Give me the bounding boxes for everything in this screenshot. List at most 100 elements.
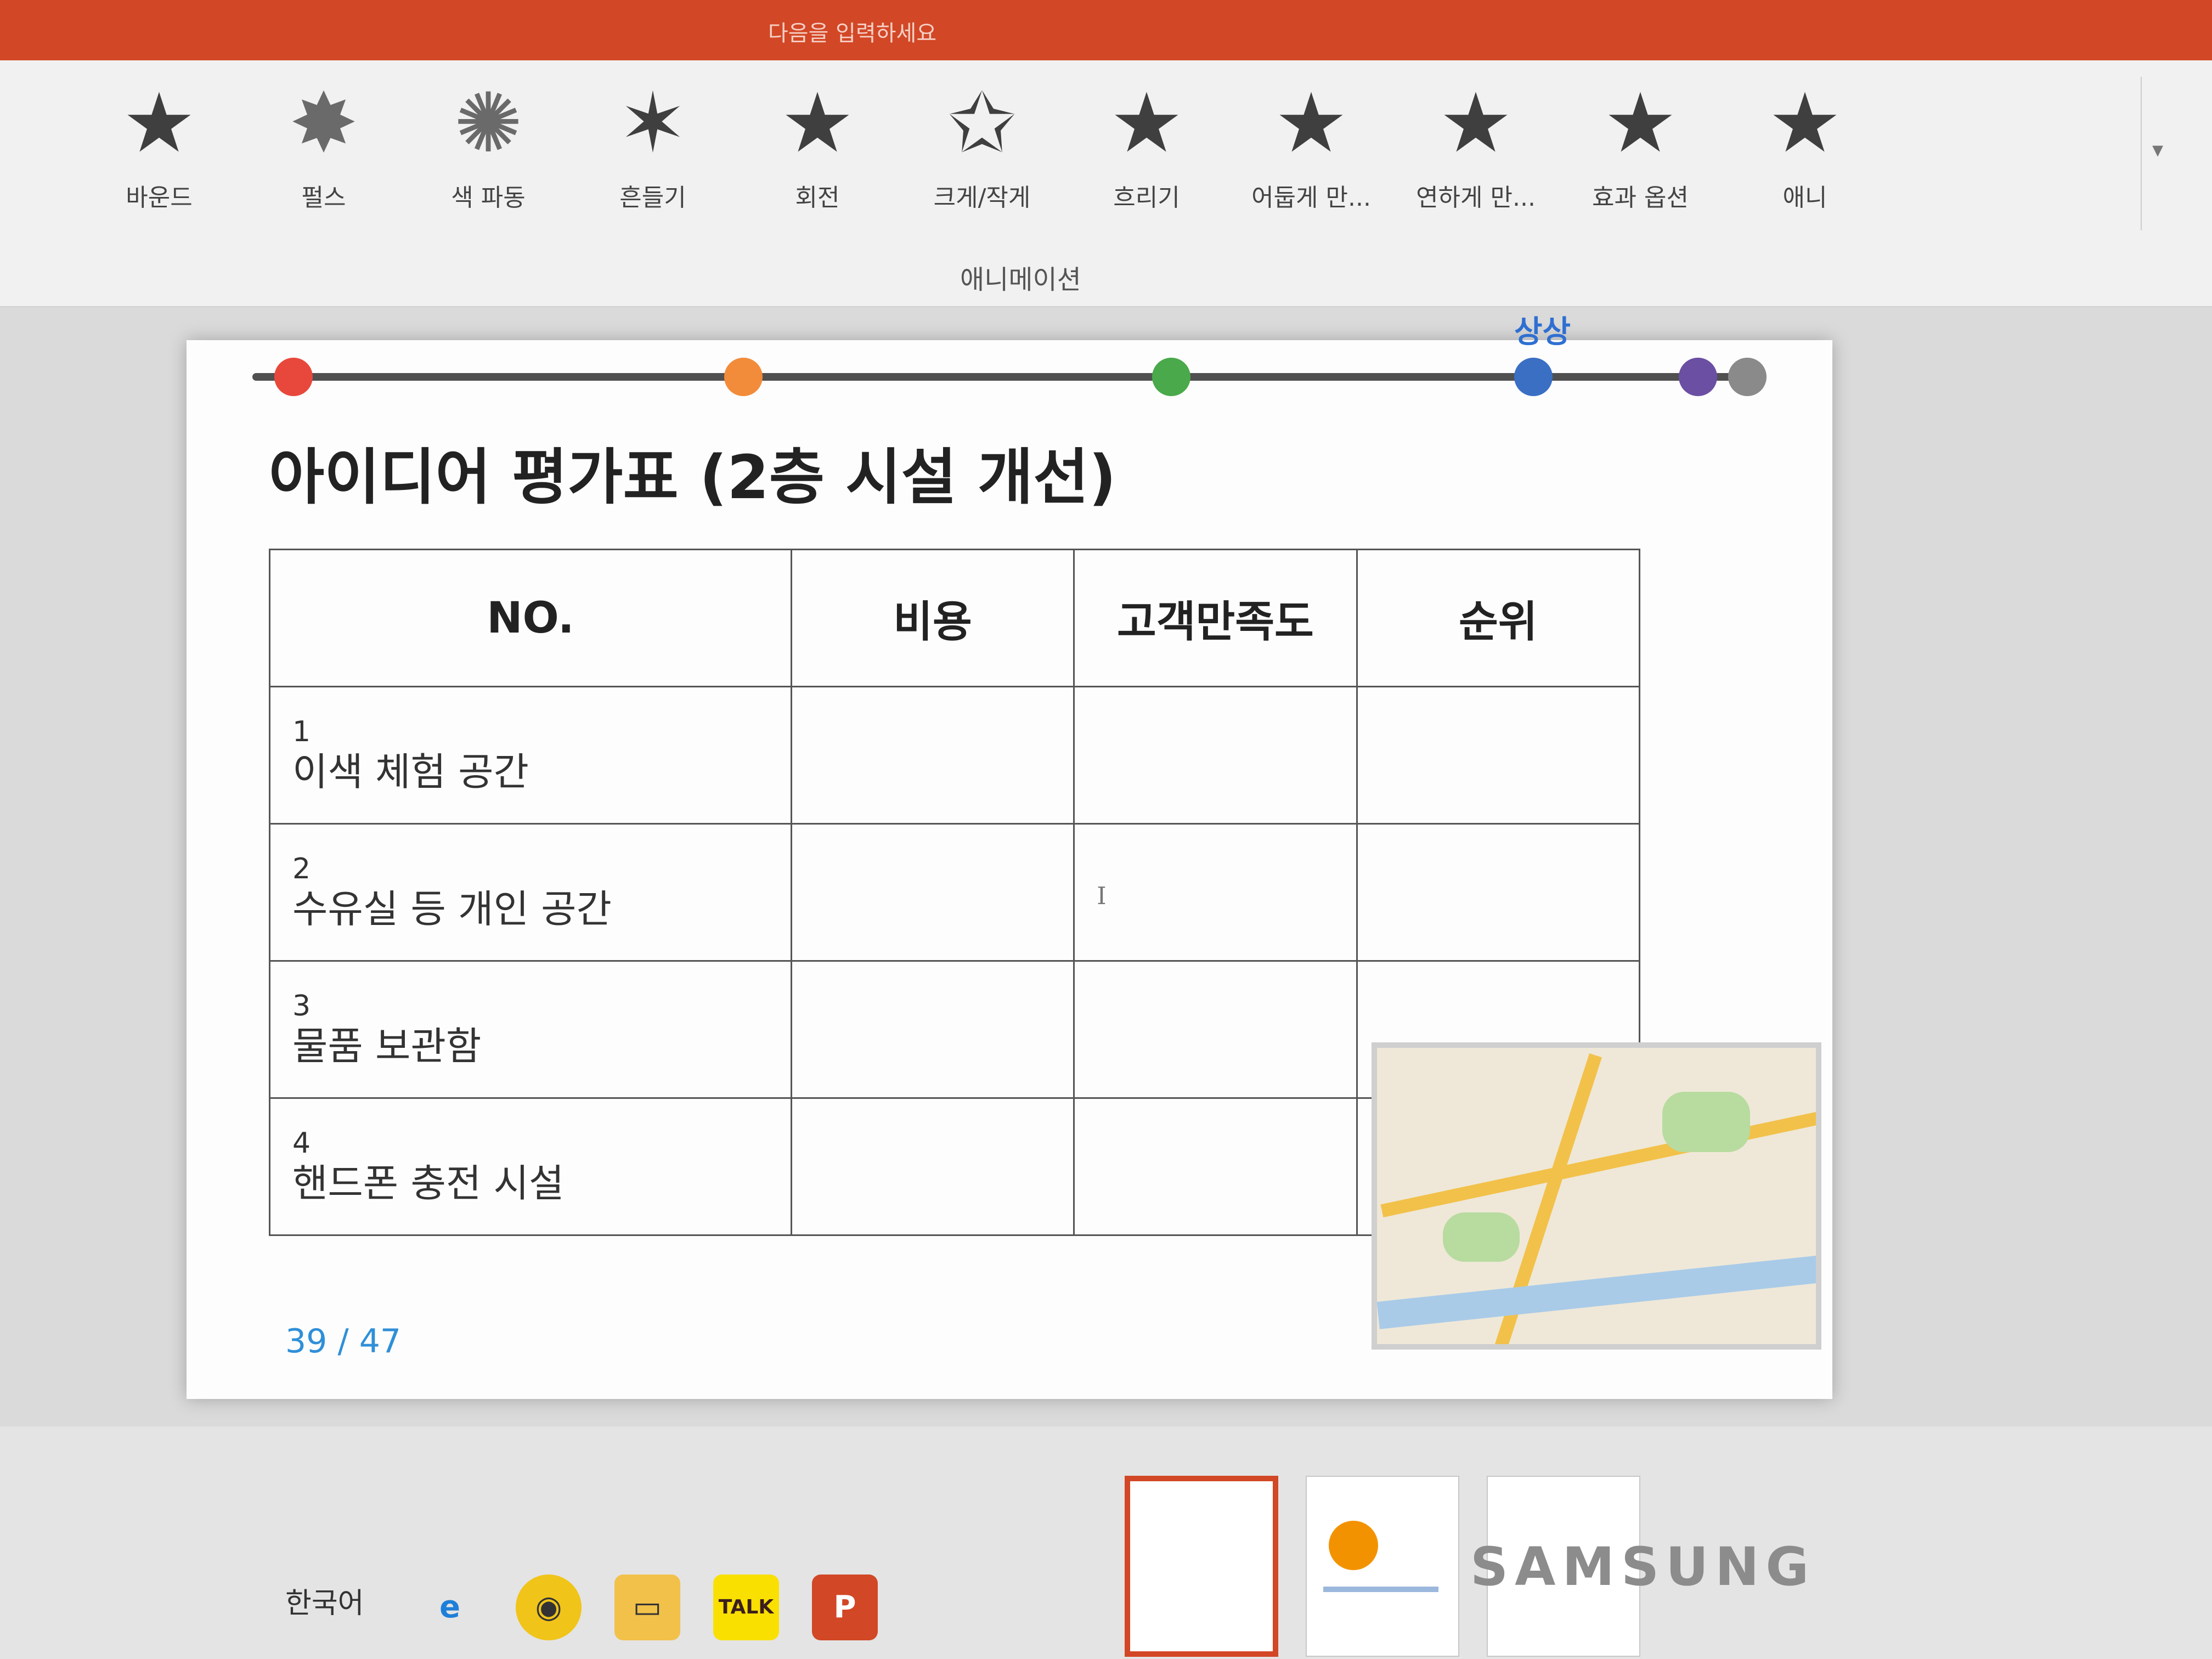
table-cell[interactable]: 1 이색 체험 공간 (269, 686, 792, 825)
table-cell[interactable]: 2 수유실 등 개인 공간 (269, 823, 792, 962)
map-road (1380, 1111, 1816, 1217)
table-cell[interactable] (1073, 1097, 1358, 1236)
header-rank: 순위 (1356, 549, 1641, 687)
animation-gallery: ★ 바운드 ✸ 펄스 ✺ 색 파동 ✶ 흔들기 ★ 회전 ✩ 크게/작게 ★ 흐… (77, 66, 2107, 247)
animation-pane-button[interactable]: ★ 애니 (1723, 66, 1887, 247)
animation-teeter[interactable]: ✶ 흔들기 (571, 66, 735, 247)
burst-icon: ✺ (454, 76, 523, 171)
table-cell[interactable] (790, 1097, 1075, 1236)
animation-label: 크게/작게 (933, 184, 1031, 212)
chrome-icon[interactable]: ◉ (516, 1575, 582, 1640)
animation-label: 펄스 (301, 184, 346, 212)
star-icon: ★ (1438, 76, 1513, 171)
table-cell[interactable] (1073, 686, 1358, 825)
timeline-dot (1152, 358, 1190, 396)
effect-options-button[interactable]: ★ 효과 옵션 (1558, 66, 1723, 247)
slide-number-separator: / (337, 1322, 349, 1361)
animation-label: 회전 (795, 184, 840, 212)
timeline-dot (1514, 358, 1553, 396)
table-header-row: NO. 비용 고객만족도 순위 (269, 549, 1641, 687)
map-river (1377, 1255, 1816, 1329)
timeline-dot (274, 358, 313, 396)
animation-label: 바운드 (126, 184, 193, 212)
header-satisfaction: 고객만족도 (1073, 549, 1358, 687)
gallery-scroll-button[interactable]: ▾ (2141, 77, 2174, 230)
thumbnail-graphic (1329, 1521, 1378, 1570)
burst-icon: ✸ (289, 76, 358, 171)
row-name: 이색 체험 공간 (292, 749, 529, 794)
star-icon: ★ (780, 76, 855, 171)
table-cell[interactable]: I (1073, 823, 1358, 962)
map-park (1662, 1092, 1750, 1152)
table-cell[interactable]: 4 핸드폰 충전 시설 (269, 1097, 792, 1236)
file-explorer-icon[interactable]: ▭ (614, 1575, 680, 1640)
slide-number: 39 / 47 (285, 1322, 401, 1361)
ribbon: 다음을 입력하세요 ★ 바운드 ✸ 펄스 ✺ 색 파동 ✶ 흔들기 ★ 회전 ✩… (0, 0, 2212, 307)
animation-lighten[interactable]: ★ 연하게 만... (1393, 66, 1558, 247)
powerpoint-icon[interactable]: P (812, 1575, 878, 1640)
animation-pulse[interactable]: ✸ 펄스 (241, 66, 406, 247)
timeline-dot (1679, 358, 1717, 396)
thumbnail-graphic (1323, 1587, 1438, 1592)
map-park (1443, 1212, 1520, 1262)
text-cursor-icon: I (1097, 882, 1107, 910)
animation-bounce[interactable]: ★ 바운드 (77, 66, 241, 247)
title-bar: 다음을 입력하세요 (0, 0, 2212, 60)
header-no: NO. (269, 549, 792, 687)
animation-color-pulse[interactable]: ✺ 색 파동 (406, 66, 571, 247)
row-number: 1 (292, 715, 311, 748)
animation-label: 색 파동 (451, 184, 526, 212)
monitor-brand-logo: SAMSUNG (1470, 1536, 1816, 1598)
animation-label: 흔들기 (619, 184, 686, 212)
internet-explorer-icon[interactable]: e (417, 1575, 483, 1640)
table-row: 2 수유실 등 개인 공간 I (269, 823, 1641, 962)
star-icon: ✶ (618, 76, 687, 171)
animation-label: 어둡게 만... (1251, 184, 1371, 212)
animation-label: 연하게 만... (1416, 184, 1536, 212)
slide-number-total: 47 (359, 1322, 402, 1361)
ribbon-group-label: 애니메이션 (960, 264, 1081, 295)
animation-label: 애니 (1782, 184, 1827, 212)
table-cell[interactable] (1356, 823, 1641, 962)
slide-thumbnail[interactable] (1125, 1476, 1278, 1657)
map-image (1372, 1042, 1821, 1350)
table-cell[interactable]: 3 물품 보관함 (269, 960, 792, 1099)
slide-title: 아이디어 평가표 (2층 시설 개선) (269, 442, 1116, 512)
star-icon: ★ (1768, 76, 1842, 171)
row-number: 3 (292, 989, 311, 1023)
table-cell[interactable] (790, 960, 1075, 1099)
table-cell[interactable] (790, 823, 1075, 962)
slide-canvas[interactable]: 상상 아이디어 평가표 (2층 시설 개선) NO. 비용 고객만족도 순위 1… (187, 314, 1832, 1399)
table-row: 1 이색 체험 공간 (269, 686, 1641, 825)
timeline-dot (1728, 358, 1767, 396)
timeline-label: 상상 (1514, 314, 1571, 350)
header-cost: 비용 (790, 549, 1075, 687)
row-name: 물품 보관함 (292, 1023, 482, 1069)
row-number: 2 (292, 852, 311, 885)
slide-thumbnail-strip (0, 1426, 2212, 1659)
slide-thumbnail[interactable] (1306, 1476, 1459, 1657)
timeline-dot (724, 358, 763, 396)
star-icon: ★ (122, 76, 196, 171)
table-cell[interactable] (790, 686, 1075, 825)
kakaotalk-icon[interactable]: TALK (713, 1575, 779, 1640)
language-indicator[interactable]: 한국어 (285, 1580, 364, 1621)
slide-number-current: 39 (285, 1322, 328, 1361)
animation-darken[interactable]: ★ 어둡게 만... (1229, 66, 1393, 247)
table-cell[interactable] (1356, 686, 1641, 825)
timeline-bar: 상상 (252, 314, 1767, 396)
animation-label: 흐리기 (1113, 184, 1180, 212)
table-cell[interactable] (1073, 960, 1358, 1099)
star-icon: ★ (1603, 76, 1678, 171)
row-number: 4 (292, 1126, 311, 1160)
animation-spin[interactable]: ★ 회전 (735, 66, 900, 247)
star-icon: ✩ (947, 76, 1017, 171)
row-name: 수유실 등 개인 공간 (292, 886, 612, 932)
animation-grow-shrink[interactable]: ✩ 크게/작게 (900, 66, 1064, 247)
animation-label: 효과 옵션 (1592, 184, 1689, 212)
animation-desaturate[interactable]: ★ 흐리기 (1064, 66, 1229, 247)
star-icon: ★ (1109, 76, 1184, 171)
title-bar-text: 다음을 입력하세요 (768, 21, 937, 46)
star-icon: ★ (1274, 76, 1348, 171)
row-name: 핸드폰 충전 시설 (292, 1160, 565, 1206)
